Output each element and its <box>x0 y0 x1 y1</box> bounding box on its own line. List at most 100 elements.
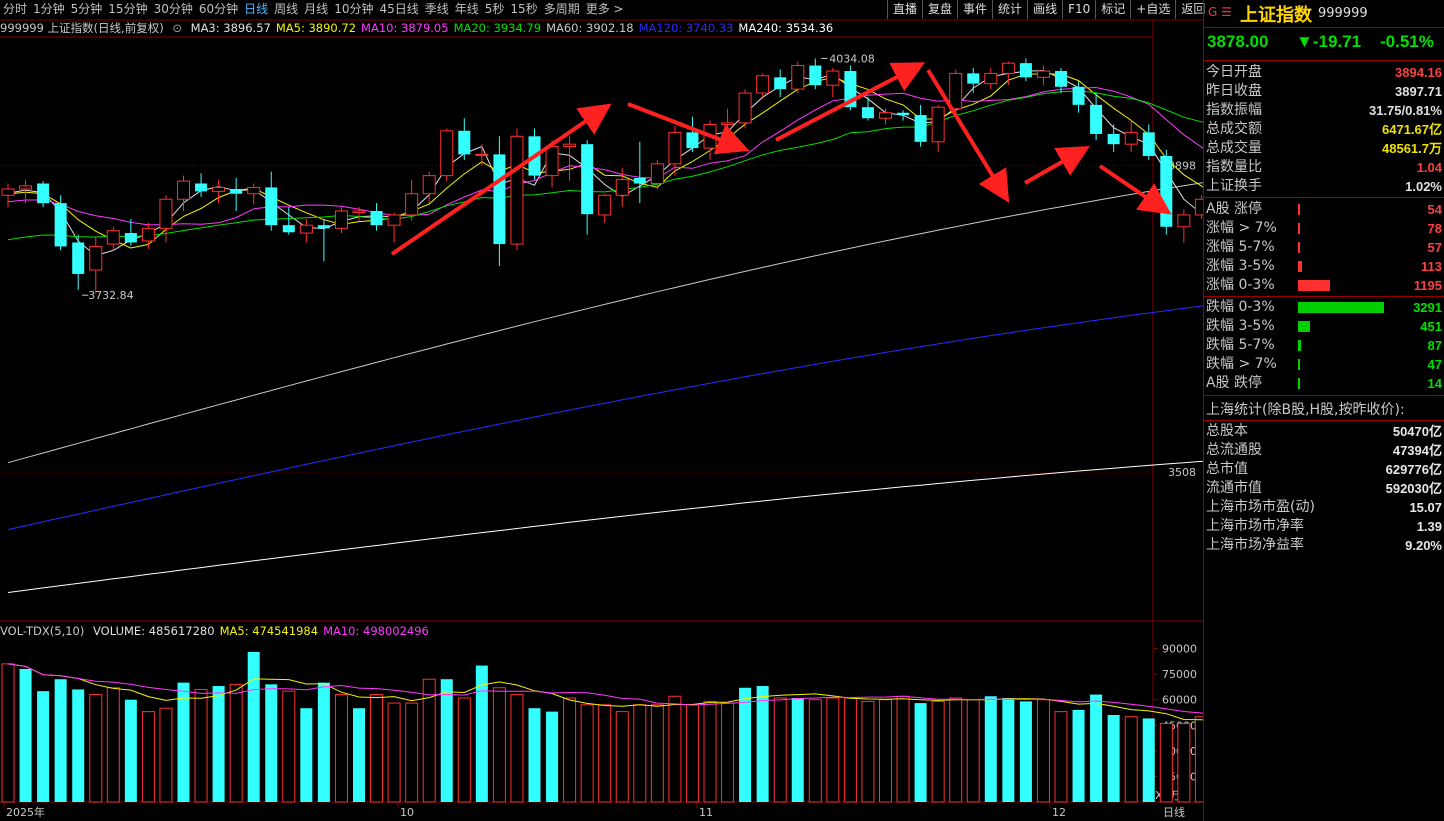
vol-axis-label: 90000 <box>1162 643 1197 656</box>
volume-bar <box>124 699 137 802</box>
volume-bar <box>580 704 594 803</box>
candle-body <box>141 227 155 242</box>
volume-bar <box>370 694 384 803</box>
row-label: 昨日收盘 <box>1206 83 1262 99</box>
volume-bar <box>1036 699 1050 803</box>
date-axis-label: 12 <box>1052 806 1066 819</box>
row-value: 3291 <box>1413 300 1442 315</box>
row-value: 15.07 <box>1409 500 1442 515</box>
row-label: 总成交额 <box>1206 121 1262 137</box>
volume-bar <box>1142 718 1155 802</box>
row-label: 上海市场市净率 <box>1206 518 1304 534</box>
row-label: 流通市值 <box>1206 480 1262 496</box>
up-stat-row: 涨幅 > 7% 78 <box>1206 219 1442 238</box>
volume-title: VOL-TDX(5,10) <box>0 624 85 638</box>
candle-body <box>615 179 629 196</box>
row-label: 跌幅 5-7% <box>1206 337 1275 353</box>
up-stat-row: 涨幅 3-5% 113 <box>1206 257 1442 276</box>
candle-body <box>19 185 33 190</box>
candle-body <box>545 146 559 177</box>
quote-row: 昨日收盘 3897.71 <box>1206 82 1442 101</box>
candle-body <box>334 210 348 229</box>
price-change: ▼-19.71 <box>1296 32 1362 51</box>
row-value: 47 <box>1427 357 1442 372</box>
volume-bar <box>212 686 225 802</box>
candle-body <box>756 75 770 94</box>
candle-body <box>738 92 752 124</box>
volume-bar <box>563 697 577 803</box>
row-value: 3897.71 <box>1395 84 1442 99</box>
row-label: 跌幅 > 7% <box>1206 356 1277 372</box>
kline-chart[interactable]: 38983508900007500060000450003000015000X1… <box>0 0 1203 821</box>
volume-bar <box>492 687 506 803</box>
volume-bar <box>791 697 804 802</box>
low-label: 3732.84 <box>88 289 134 302</box>
high-label: 4034.08 <box>829 52 875 65</box>
volume-bar <box>615 711 629 803</box>
candle-body <box>879 112 892 119</box>
row-value: 1.02% <box>1405 179 1442 194</box>
quote-row: 今日开盘 3894.16 <box>1206 63 1442 82</box>
row-value: 113 <box>1421 259 1442 274</box>
row-label: 上证换手 <box>1206 178 1262 194</box>
stat-bar <box>1298 204 1300 215</box>
candle-body <box>1036 70 1050 78</box>
candle-body <box>124 233 137 243</box>
up-stat-row: A股 涨停 54 <box>1206 200 1442 219</box>
row-value: 78 <box>1427 221 1442 236</box>
candle-body <box>686 132 699 149</box>
candle-body <box>949 72 963 110</box>
candle-body <box>1160 155 1173 227</box>
volume-bar <box>265 684 278 802</box>
row-value: 1195 <box>1413 278 1442 293</box>
volume-bar <box>633 704 647 803</box>
candle-body <box>861 107 874 119</box>
candle-body <box>212 186 226 192</box>
menu-icon[interactable]: G ☰ <box>1208 5 1232 19</box>
volume-bar <box>247 651 260 802</box>
ma-line <box>7 460 1203 593</box>
vol-axis-label: 60000 <box>1162 694 1197 707</box>
row-label: 今日开盘 <box>1206 64 1262 80</box>
candle-body <box>1072 86 1085 105</box>
trend-arrow <box>1024 146 1090 185</box>
candle-body <box>159 198 173 229</box>
date-axis-label: 10 <box>400 806 414 819</box>
volume-bar <box>300 708 313 802</box>
candle-body <box>422 175 436 195</box>
volume-bar <box>914 703 927 802</box>
candle-body <box>37 183 50 204</box>
row-value: 14 <box>1427 376 1442 391</box>
volume-bar <box>282 690 296 803</box>
row-label: 总市值 <box>1206 461 1248 477</box>
market-row: 上海市场市净率 1.39 <box>1206 517 1442 536</box>
volume-bar <box>510 694 524 803</box>
last-price: 3878.00 <box>1207 32 1269 51</box>
volume-bar <box>194 688 208 803</box>
ma-line <box>7 69 1203 257</box>
row-label: A股 涨停 <box>1206 201 1263 217</box>
volume-bar <box>1177 723 1191 803</box>
ma-line <box>7 305 1203 531</box>
row-label: 总股本 <box>1206 423 1248 439</box>
up-stat-row: 涨幅 5-7% 57 <box>1206 238 1442 257</box>
quote-row: 总成交额 6471.67亿 <box>1206 120 1442 139</box>
candle-body <box>1090 104 1103 134</box>
volume-bar <box>598 704 612 803</box>
market-row: 流通市值 592030亿 <box>1206 479 1442 498</box>
ma-line <box>7 73 1203 249</box>
candle-body <box>387 214 401 226</box>
candle-body <box>650 163 664 185</box>
row-value: 629776亿 <box>1385 462 1442 477</box>
row-value: 31.75/0.81% <box>1368 103 1442 118</box>
candle-body <box>352 210 366 214</box>
down-stat-row: A股 跌停 14 <box>1206 374 1442 393</box>
volume-bar <box>1072 709 1085 802</box>
row-label: 上海市场市盈(动) <box>1206 499 1315 515</box>
row-value: 1.39 <box>1416 519 1442 534</box>
volume-legend-item: MA10: 498002496 <box>323 624 429 638</box>
candle-body <box>265 187 278 226</box>
row-label: 总流通股 <box>1206 442 1262 458</box>
volume-legend-item: MA5: 474541984 <box>219 624 319 638</box>
candle-body <box>721 122 735 126</box>
